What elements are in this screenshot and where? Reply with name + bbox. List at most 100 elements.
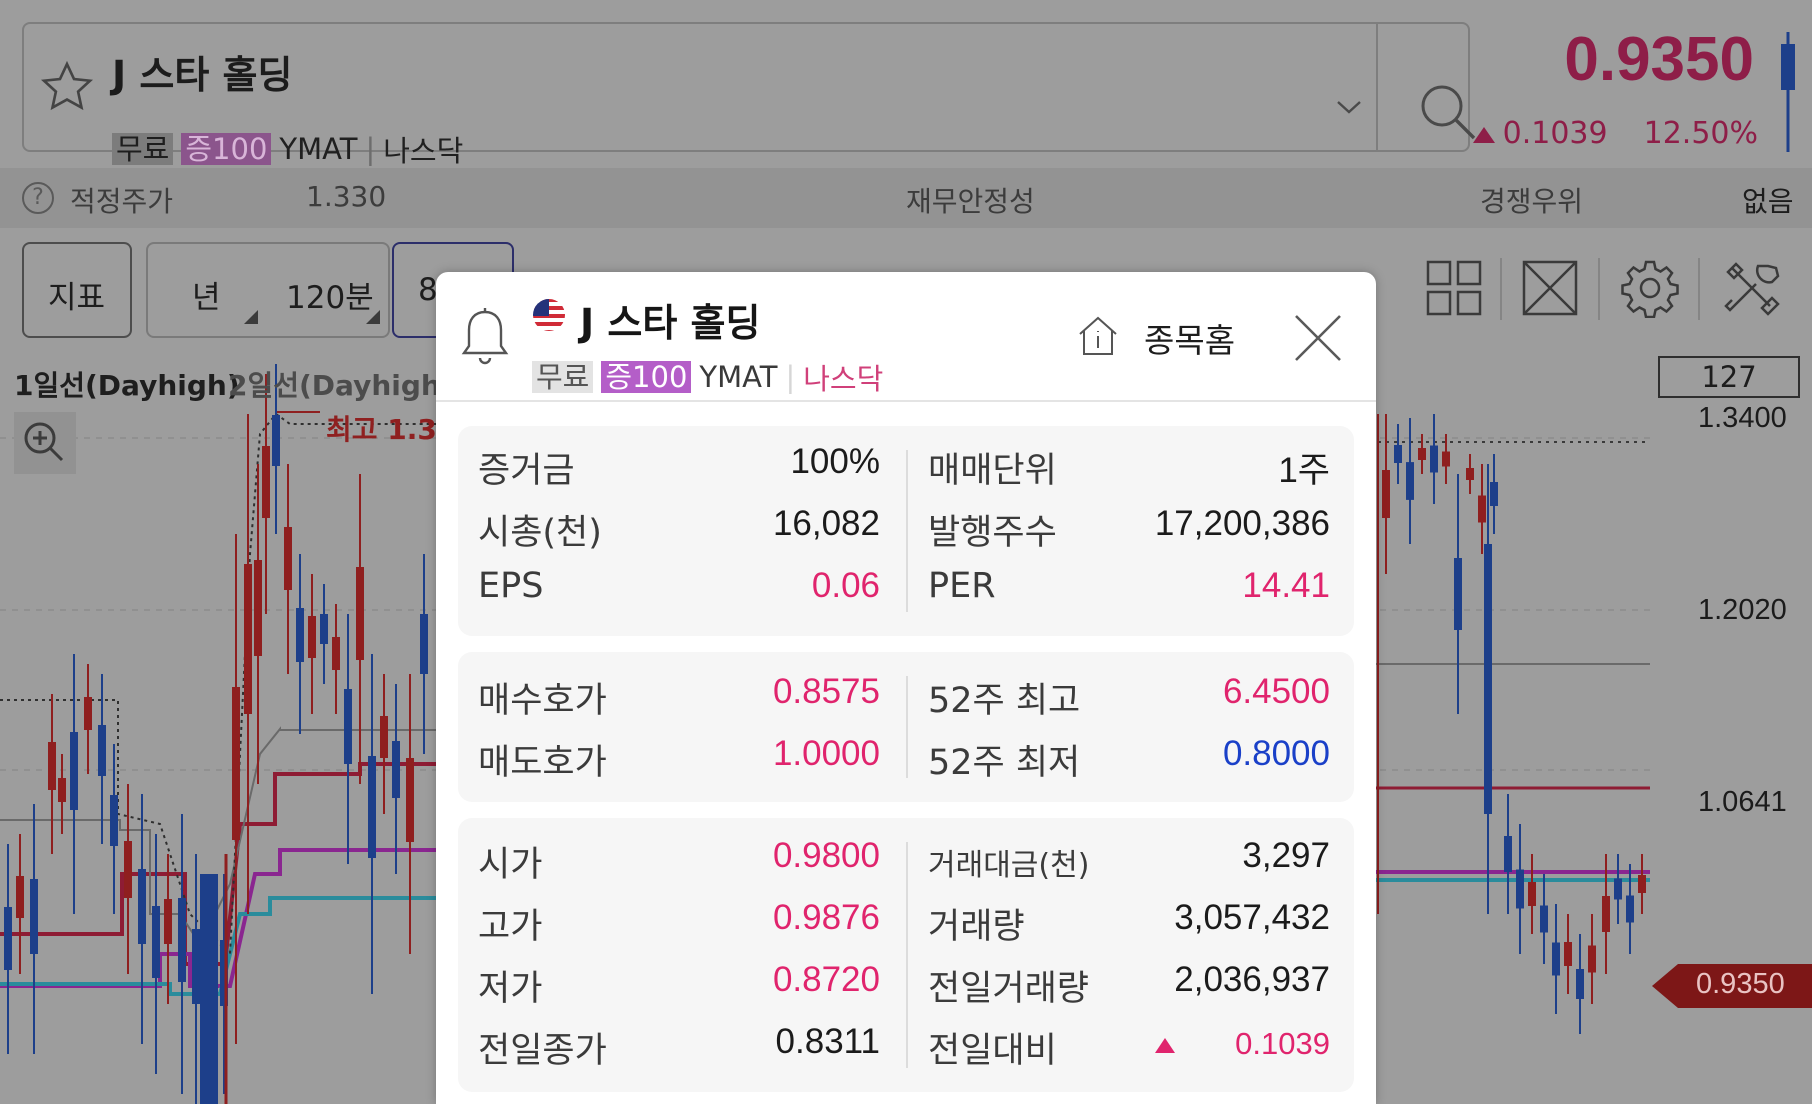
last-price-value: 0.9350 xyxy=(1696,968,1785,1000)
popup-stock-name: J 스타 홀딩 xyxy=(580,301,761,345)
help-icon[interactable]: ? xyxy=(22,182,54,214)
legend-2day-line[interactable]: 2일선(Dayhigh) xyxy=(228,364,454,404)
candle-body xyxy=(1442,451,1450,467)
ask-label: 매도호가 xyxy=(478,743,607,783)
candle-body xyxy=(392,741,400,798)
bell-icon[interactable] xyxy=(460,306,510,366)
card-divider xyxy=(906,842,908,1068)
candle-body xyxy=(98,725,106,776)
candle-body xyxy=(1406,462,1414,500)
fair-price-label: 적정주가 xyxy=(70,185,174,218)
y-tick: 1.2020 xyxy=(1698,594,1787,626)
period-year[interactable]: 년 xyxy=(192,272,221,317)
up-triangle-icon xyxy=(1472,127,1495,143)
max-price-label: 최고 1.3 xyxy=(326,413,437,446)
shares-issued-value: 17,200,386 xyxy=(1154,504,1330,543)
indicator-button[interactable]: 지표 xyxy=(22,242,132,338)
stock-detail-popup: J 스타 홀딩 무료 증100 YMAT | 나스닥 종목홈 증거금 100% … xyxy=(436,272,1376,1104)
candle-body xyxy=(164,899,172,944)
candle-count-box[interactable]: 127 xyxy=(1658,356,1800,398)
candle-body xyxy=(380,716,388,758)
us-flag-icon xyxy=(533,299,565,331)
toolbar-divider xyxy=(1598,258,1600,320)
low-label: 저가 xyxy=(478,969,543,1009)
candle-body xyxy=(356,567,364,660)
candle-body xyxy=(110,795,118,846)
candle-body xyxy=(1614,878,1622,900)
search-icon[interactable] xyxy=(1416,80,1478,142)
candle-body xyxy=(1564,942,1572,966)
volume-value: 3,057,432 xyxy=(1174,898,1330,937)
candle-body xyxy=(16,876,24,918)
candle-body xyxy=(254,560,262,656)
free-badge: 무료 xyxy=(532,361,594,393)
candle-body xyxy=(4,907,12,970)
price-change: 0.1039 12.50% xyxy=(1472,116,1758,151)
free-badge: 무료 xyxy=(112,133,174,165)
candle-body xyxy=(1626,895,1634,923)
grid-layout-icon[interactable] xyxy=(1424,258,1484,318)
competitive-advantage-label: 경쟁우위 xyxy=(1480,185,1584,218)
gear-icon[interactable] xyxy=(1620,258,1680,318)
candle-body xyxy=(84,697,92,730)
basic-info-card: 증거금 100% 시총(천) 16,082 EPS 0.06 매매단위 1주 발… xyxy=(458,426,1354,636)
quote-card: 매수호가 0.8575 매도호가 1.0000 52주 최고 6.4500 52… xyxy=(458,652,1354,802)
market-cap-value: 16,082 xyxy=(772,504,880,543)
candle-body xyxy=(1504,836,1512,872)
52w-low-value: 0.8000 xyxy=(1222,734,1330,773)
margin-badge: 증100 xyxy=(601,361,692,393)
trade-amount-label: 거래대금(천) xyxy=(928,848,1090,883)
candle-body xyxy=(420,614,428,674)
change-vs-prev-label: 전일대비 xyxy=(928,1031,1057,1071)
period-selector[interactable]: 년 120분 xyxy=(146,242,390,338)
change-vs-prev-wrap: 0.1039 xyxy=(1155,1026,1330,1062)
indicator-label: 지표 xyxy=(48,280,106,316)
fullscreen-icon[interactable] xyxy=(1520,258,1580,318)
change-amount: 0.1039 xyxy=(1502,116,1608,151)
stock-home-icon[interactable] xyxy=(1076,314,1120,358)
prev-volume-label: 전일거래량 xyxy=(928,969,1090,1009)
candle-body xyxy=(1430,445,1438,473)
corner-indicator xyxy=(244,310,258,324)
candle-body xyxy=(152,906,160,978)
candle-body xyxy=(192,929,200,1004)
legend-1day-line[interactable]: 1일선(Dayhigh) xyxy=(14,364,240,404)
open-value: 0.9800 xyxy=(772,836,880,875)
period-120min[interactable]: 120분 xyxy=(286,272,374,317)
candle-body xyxy=(48,742,56,790)
candle-body xyxy=(1528,882,1536,906)
bid-label: 매수호가 xyxy=(478,681,607,721)
candle-body xyxy=(344,689,352,764)
price-volume-card: 시가 0.9800 고가 0.9876 저가 0.8720 전일종가 0.831… xyxy=(458,818,1354,1092)
stock-home-button[interactable]: 종목홈 xyxy=(1144,314,1235,362)
candle-body xyxy=(368,756,376,858)
candle-body xyxy=(1382,470,1390,518)
candle-body xyxy=(284,527,292,590)
candle-body xyxy=(1602,896,1610,932)
tools-icon[interactable] xyxy=(1722,258,1782,318)
change-amount-wrap: 0.1039 xyxy=(1472,116,1608,151)
stock-search-box[interactable]: J 스타 홀딩 무료 증100 YMAT | 나스닥 xyxy=(22,22,1476,168)
star-icon[interactable] xyxy=(38,58,96,116)
52w-high-label: 52주 최고 xyxy=(928,681,1081,721)
close-icon[interactable] xyxy=(1292,312,1344,364)
last-price-tag: 0.9350 xyxy=(1652,964,1812,1008)
zoom-in-icon[interactable] xyxy=(14,412,76,474)
candle-body xyxy=(1540,905,1548,933)
card-divider xyxy=(906,676,908,778)
trading-unit-value: 1주 xyxy=(1278,451,1330,490)
ticker: YMAT xyxy=(279,132,358,166)
candle-body xyxy=(232,687,240,840)
toolbar-divider xyxy=(1698,258,1700,320)
candle-body xyxy=(138,869,146,944)
up-triangle-icon xyxy=(1155,1038,1176,1054)
candle-body xyxy=(296,608,304,662)
exchange: 나스닥 xyxy=(383,134,464,168)
prev-volume-value: 2,036,937 xyxy=(1174,960,1330,999)
candle-body xyxy=(1454,558,1462,630)
stock-name: J 스타 홀딩 xyxy=(112,53,293,97)
chevron-down-icon[interactable] xyxy=(1334,96,1364,118)
candle-body xyxy=(1638,875,1646,893)
financial-stability-label: 재무안정성 xyxy=(906,185,1035,218)
candle-body xyxy=(1516,869,1524,909)
